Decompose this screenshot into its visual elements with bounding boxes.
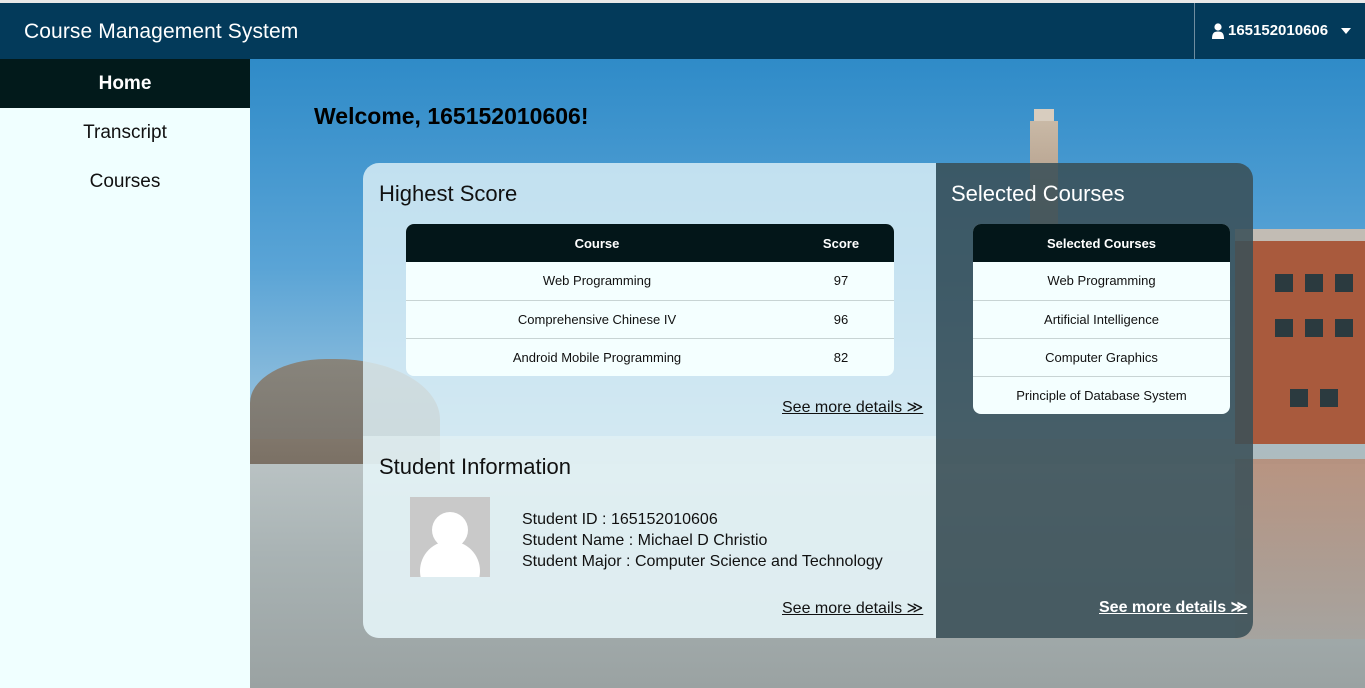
highest-score-table: Course Score Web Programming 97 Comprehe… xyxy=(406,224,894,376)
chevron-down-icon xyxy=(1341,28,1351,34)
main-content: Welcome, 165152010606! Highest Score Cou… xyxy=(250,59,1365,688)
student-major: Student Major : Computer Science and Tec… xyxy=(522,553,883,570)
selected-course-cell: Principle of Database System xyxy=(973,375,1230,414)
building-window xyxy=(1290,389,1308,407)
highest-score-title: Highest Score xyxy=(379,181,518,206)
user-icon xyxy=(1212,23,1224,39)
sidebar: Home Transcript Courses xyxy=(0,59,250,688)
column-header-score: Score xyxy=(788,224,894,262)
selected-course-cell: Computer Graphics xyxy=(973,337,1230,376)
table-row: Web Programming 97 xyxy=(406,262,894,300)
selected-courses-title: Selected Courses xyxy=(951,181,1125,206)
background-reflection xyxy=(1235,459,1365,639)
student-name: Student Name : Michael D Christio xyxy=(522,532,768,549)
building-roof xyxy=(1235,229,1365,241)
highest-score-more-link[interactable]: See more details ≫ xyxy=(782,397,923,417)
building-window xyxy=(1335,319,1353,337)
avatar xyxy=(410,497,490,577)
selected-course-cell: Web Programming xyxy=(1047,273,1156,289)
student-info-more-link[interactable]: See more details ≫ xyxy=(782,598,923,618)
course-cell: Comprehensive Chinese IV xyxy=(406,299,788,338)
dashboard-card: Highest Score Course Score Web Programmi… xyxy=(363,163,1253,638)
building-window xyxy=(1335,274,1353,292)
building-window xyxy=(1275,319,1293,337)
table-row: Web Programming xyxy=(973,262,1230,300)
welcome-heading: Welcome, 165152010606! xyxy=(314,103,589,129)
table-row: Principle of Database System xyxy=(973,375,1230,414)
selected-courses-panel: Selected Courses Selected Courses Web Pr… xyxy=(936,163,1253,638)
table-row: Android Mobile Programming 82 xyxy=(406,337,894,376)
building-window xyxy=(1275,274,1293,292)
score-cell: 97 xyxy=(833,273,849,289)
selected-courses-table: Selected Courses Web Programming Artific… xyxy=(973,224,1230,414)
selected-courses-more-link[interactable]: See more details ≫ xyxy=(1099,597,1247,617)
student-info-title: Student Information xyxy=(379,454,572,479)
column-header-course: Course xyxy=(406,224,788,262)
avatar-body xyxy=(420,541,480,577)
background-building xyxy=(1235,229,1365,444)
course-cell: Android Mobile Programming xyxy=(406,337,788,376)
sidebar-item-home[interactable]: Home xyxy=(0,59,250,108)
course-cell: Web Programming xyxy=(542,273,652,289)
student-id: Student ID : 165152010606 xyxy=(522,511,718,528)
user-menu[interactable]: 165152010606 xyxy=(1194,3,1365,59)
selected-course-cell: Artificial Intelligence xyxy=(973,299,1230,338)
table-row: Comprehensive Chinese IV 96 xyxy=(406,299,894,338)
building-window xyxy=(1305,319,1323,337)
sidebar-item-courses[interactable]: Courses xyxy=(0,157,250,206)
sidebar-item-transcript[interactable]: Transcript xyxy=(0,108,250,157)
user-id: 165152010606 xyxy=(1228,22,1329,39)
score-cell: 82 xyxy=(788,337,894,376)
table-row: Computer Graphics xyxy=(973,337,1230,376)
navbar: Course Management System 165152010606 xyxy=(0,3,1365,59)
app-title[interactable]: Course Management System xyxy=(24,20,298,44)
building-window xyxy=(1320,389,1338,407)
column-header-selected-courses: Selected Courses xyxy=(973,224,1230,262)
table-row: Artificial Intelligence xyxy=(973,299,1230,338)
student-details: Student ID : 165152010606 Student Name :… xyxy=(522,509,883,572)
score-cell: 96 xyxy=(788,299,894,338)
building-window xyxy=(1305,274,1323,292)
card-left-panel: Highest Score Course Score Web Programmi… xyxy=(363,163,936,638)
